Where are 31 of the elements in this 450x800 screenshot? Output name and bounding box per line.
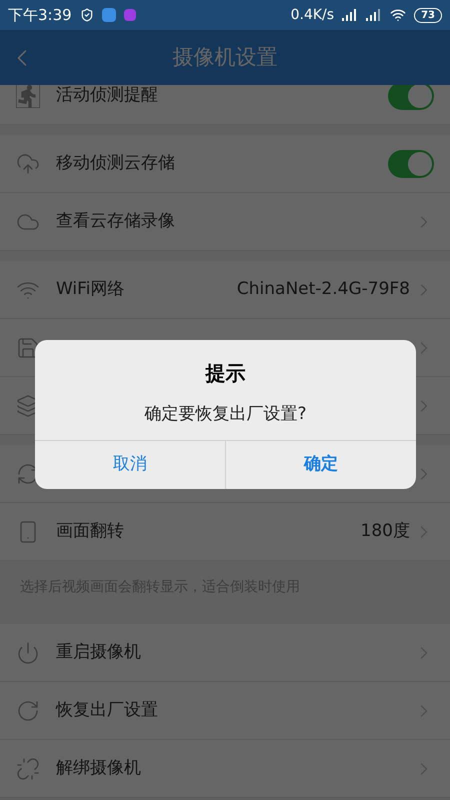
- toggle-switch[interactable]: [388, 150, 434, 178]
- setting-value: ChinaNet-2.4G-79F8: [236, 278, 410, 301]
- setting-label: 移动侦测云存储: [56, 152, 175, 175]
- setting-label: 解绑摄像机: [56, 756, 141, 780]
- setting-label: WiFi网络: [56, 278, 124, 301]
- setting-label: 活动侦测提醒: [56, 85, 158, 107]
- wifi-icon: [390, 7, 406, 23]
- setting-label: 恢复出厂设置: [56, 698, 158, 722]
- app-notification-icon: [102, 8, 116, 22]
- cloud-upload-icon: [16, 152, 40, 176]
- page-title: 摄像机设置: [172, 44, 278, 71]
- battery-indicator: 73: [414, 8, 442, 22]
- dialog-message: 确定要恢复出厂设置?: [143, 403, 308, 426]
- setting-label: 查看云存储录像: [56, 210, 175, 233]
- circular-arrow-icon: [16, 698, 40, 722]
- broken-link-icon: [16, 756, 40, 780]
- power-icon: [16, 640, 40, 664]
- dialog-title: 提示: [204, 360, 246, 387]
- setting-label: 重启摄像机: [56, 640, 141, 664]
- signal-icon: [342, 9, 358, 21]
- network-speed: 0.4K/s: [290, 6, 334, 24]
- app-notification-icon: [124, 9, 136, 21]
- setting-value: 180度: [360, 520, 410, 543]
- shield-icon: [80, 8, 94, 22]
- signal-icon: [366, 9, 382, 21]
- toggle-switch[interactable]: [388, 85, 434, 110]
- dialog-button[interactable]: 确定: [225, 440, 416, 488]
- dialog-button[interactable]: 取消: [35, 440, 225, 488]
- status-time: 下午3:39: [8, 4, 72, 26]
- running-person-icon: [16, 85, 40, 108]
- setting-label: 画面翻转: [56, 520, 124, 543]
